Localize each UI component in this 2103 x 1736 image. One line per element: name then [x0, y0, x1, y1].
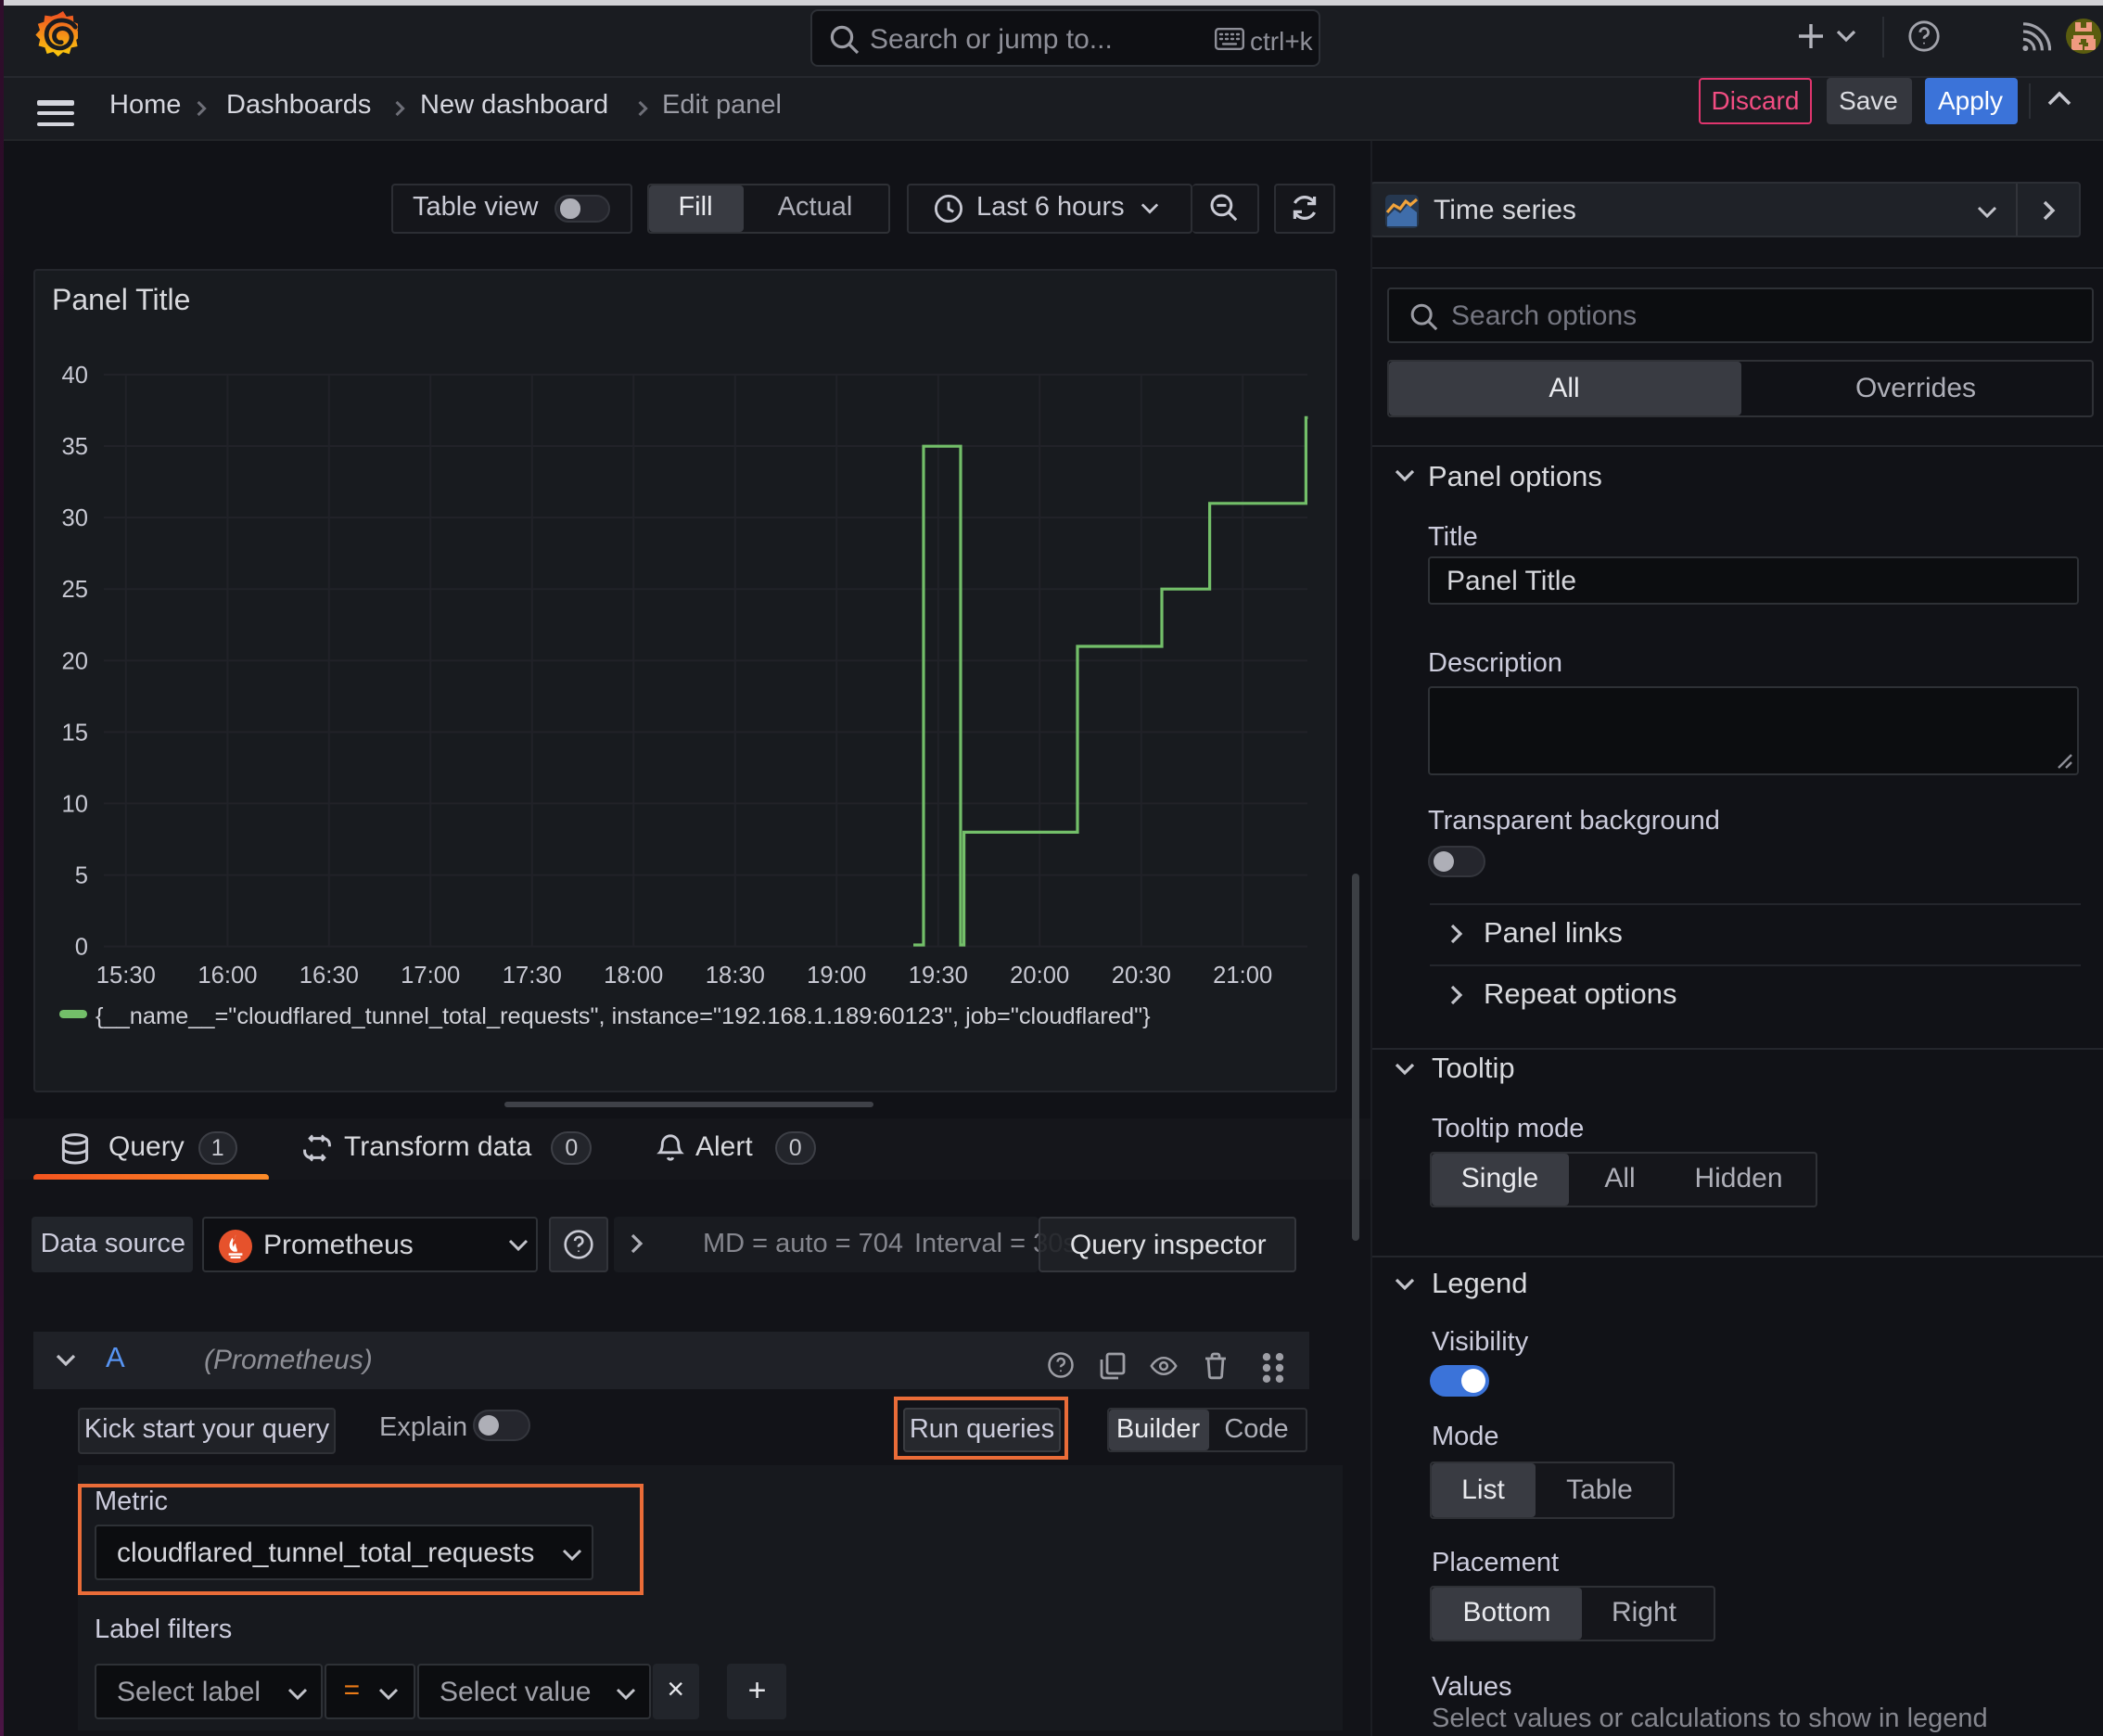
svg-text:15: 15 [62, 719, 88, 745]
svg-text:0: 0 [75, 934, 88, 960]
svg-text:20:00: 20:00 [1010, 962, 1069, 988]
svg-text:19:30: 19:30 [909, 962, 968, 988]
svg-text:5: 5 [75, 862, 88, 888]
svg-text:25: 25 [62, 576, 88, 602]
svg-text:30: 30 [62, 504, 88, 530]
svg-text:15:30: 15:30 [96, 962, 156, 988]
svg-text:{__name__="cloudflared_tunnel_: {__name__="cloudflared_tunnel_total_requ… [96, 1002, 1151, 1028]
svg-text:17:30: 17:30 [503, 962, 562, 988]
svg-text:16:00: 16:00 [198, 962, 257, 988]
svg-text:17:00: 17:00 [401, 962, 460, 988]
svg-text:19:00: 19:00 [807, 962, 866, 988]
svg-text:40: 40 [62, 362, 88, 388]
svg-text:20:30: 20:30 [1112, 962, 1171, 988]
svg-text:21:00: 21:00 [1213, 962, 1272, 988]
svg-text:16:30: 16:30 [300, 962, 359, 988]
svg-text:18:00: 18:00 [604, 962, 663, 988]
svg-text:35: 35 [62, 433, 88, 459]
svg-text:20: 20 [62, 647, 88, 673]
svg-text:18:30: 18:30 [706, 962, 765, 988]
svg-text:10: 10 [62, 790, 88, 816]
